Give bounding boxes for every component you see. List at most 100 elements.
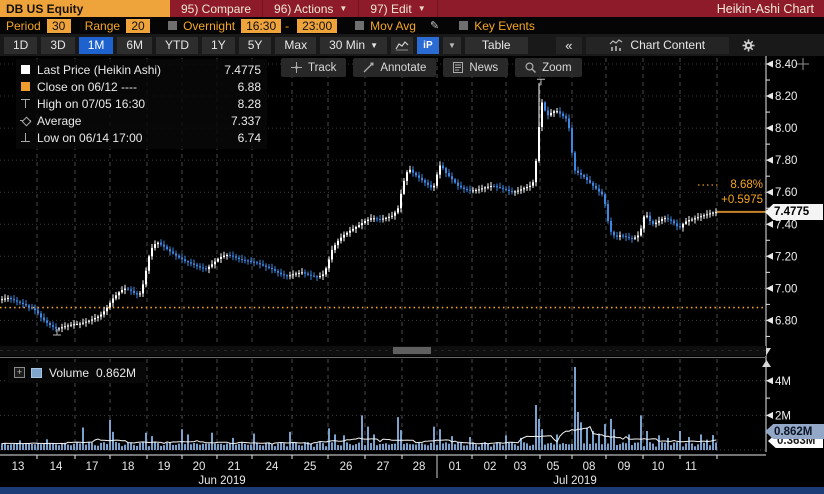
chevron-down-icon: ▼ (418, 4, 426, 13)
gear-icon (742, 39, 755, 52)
average-marker-icon (20, 115, 31, 126)
tab-ytd[interactable]: YTD (156, 37, 198, 54)
edit-menu-item[interactable]: 97) Edit ▼ (359, 0, 437, 17)
legend-last-price-row[interactable]: Last Price (Heikin Ashi) 7.4775 (20, 61, 261, 78)
tab-max[interactable]: Max (275, 37, 316, 54)
legend-average-row[interactable]: Average 7.337 (20, 112, 261, 129)
tab-1m[interactable]: 1M (79, 37, 114, 54)
svg-text:20: 20 (193, 461, 206, 473)
interval-label: 30 Min (329, 38, 365, 52)
zoom-button[interactable]: Zoom (515, 58, 581, 77)
interval-dropdown[interactable]: 30 Min ▼ (320, 37, 387, 54)
keyevents-checkbox[interactable] (459, 21, 468, 30)
edit-label: 97) Edit (370, 2, 411, 16)
svg-text:7.60: 7.60 (775, 187, 797, 199)
compare-menu-item[interactable]: 95) Compare (170, 0, 263, 17)
svg-text:24: 24 (266, 461, 279, 473)
table-button[interactable]: Table (465, 37, 528, 54)
track-button[interactable]: Track (281, 58, 346, 77)
svg-text:2M: 2M (775, 410, 791, 422)
chevron-down-icon: ▼ (370, 41, 378, 50)
svg-text:7.20: 7.20 (775, 251, 797, 263)
collapse-panel-button[interactable]: « (556, 37, 581, 54)
magnifier-icon (525, 62, 536, 73)
news-button[interactable]: News (443, 58, 508, 77)
chevron-down-icon: ▼ (339, 4, 347, 13)
legend-value: 8.28 (238, 97, 261, 111)
legend-label: Average (37, 114, 81, 128)
net-change-label: +0.5975 (695, 194, 763, 206)
volume-label: Volume (49, 366, 89, 380)
svg-text:26: 26 (340, 461, 353, 473)
pencil-icon[interactable]: ✎ (430, 19, 439, 32)
track-label: Track (308, 62, 336, 74)
low-marker-icon (20, 132, 31, 143)
legend-value: 7.4775 (224, 63, 261, 77)
overnight-checkbox[interactable] (168, 21, 177, 30)
svg-text:11: 11 (685, 461, 697, 473)
volume-legend[interactable]: + Volume 0.862M (8, 362, 146, 383)
chart-title: Heikin-Ashi Chart (717, 0, 824, 17)
overnight-from-input[interactable]: 16:30 (241, 19, 281, 33)
tab-1y[interactable]: 1Y (202, 37, 235, 54)
price-legend: Last Price (Heikin Ashi) 7.4775 Close on… (16, 59, 267, 149)
bottom-window-edge (0, 487, 824, 494)
high-marker-icon (20, 98, 31, 109)
period-input[interactable]: 30 (47, 19, 71, 33)
chart-content-button[interactable]: Chart Content (586, 37, 729, 54)
svg-text:18: 18 (122, 461, 135, 473)
svg-text:8.40: 8.40 (775, 59, 797, 71)
line-chart-type-button[interactable] (391, 37, 413, 54)
legend-label: Close on 06/12 ---- (37, 80, 137, 94)
chart-hover-toolbar: Track Annotate News Zoom (281, 58, 582, 77)
range-input[interactable]: 20 (126, 19, 150, 33)
chart-content-icon (609, 39, 624, 51)
legend-low-row[interactable]: Low on 06/14 17:00 6.74 (20, 129, 261, 146)
compare-label: 95) Compare (181, 2, 251, 16)
actions-label: 96) Actions (274, 2, 333, 16)
tab-5y[interactable]: 5Y (239, 37, 272, 54)
svg-text:19: 19 (158, 461, 171, 473)
legend-high-row[interactable]: High on 07/05 16:30 8.28 (20, 95, 261, 112)
legend-value: 6.74 (238, 131, 261, 145)
chart-horizontal-scrollbar[interactable] (0, 346, 766, 356)
svg-text:8.00: 8.00 (775, 123, 797, 135)
news-icon (453, 62, 463, 73)
pane-resize-up-arrow (762, 360, 771, 367)
range-toolbar: 1D 3D 1M 6M YTD 1Y 5Y Max 30 Min ▼ iP ▼ … (0, 34, 824, 56)
legend-close-row[interactable]: Close on 06/12 ---- 6.88 (20, 78, 261, 95)
svg-text:02: 02 (484, 461, 497, 473)
tab-3d[interactable]: 3D (41, 37, 74, 54)
menu-bar: DB US Equity 95) Compare 96) Actions ▼ 9… (0, 0, 824, 17)
last-price-axis-tag: 7.4775 (765, 204, 823, 220)
svg-text:21: 21 (228, 461, 241, 473)
volume-value: 0.862M (96, 366, 136, 380)
svg-text:Jun 2019: Jun 2019 (198, 475, 245, 487)
overnight-label: Overnight (183, 19, 235, 33)
last-price-swatch-icon (21, 65, 30, 74)
crosshair-icon (291, 62, 302, 73)
security-field[interactable]: DB US Equity (0, 0, 170, 17)
intraday-price-chart-type-button[interactable]: iP (417, 37, 439, 54)
date-axis: 1314171819202124252627280102030508091011… (12, 455, 717, 487)
svg-text:7.80: 7.80 (775, 155, 797, 167)
tab-1d[interactable]: 1D (4, 37, 37, 54)
svg-text:01: 01 (449, 461, 462, 473)
expand-icon[interactable]: + (14, 367, 25, 378)
actions-menu-item[interactable]: 96) Actions ▼ (263, 0, 359, 17)
svg-text:17: 17 (86, 461, 99, 473)
legend-value: 7.337 (231, 114, 261, 128)
svg-text:08: 08 (583, 461, 596, 473)
chart-content-label: Chart Content (630, 38, 705, 52)
annotate-button[interactable]: Annotate (353, 58, 436, 77)
overnight-to-input[interactable]: 23:00 (297, 19, 337, 33)
pane-divider (0, 357, 766, 358)
svg-text:4M: 4M (775, 376, 791, 388)
svg-text:8.20: 8.20 (775, 91, 797, 103)
movavg-checkbox[interactable] (355, 21, 364, 30)
settings-gear-button[interactable] (733, 37, 764, 54)
scrollbar-handle[interactable] (393, 347, 431, 354)
chart-type-dropdown[interactable]: ▼ (443, 37, 461, 54)
pane-maximize-icon (797, 58, 809, 70)
tab-6m[interactable]: 6M (117, 37, 152, 54)
